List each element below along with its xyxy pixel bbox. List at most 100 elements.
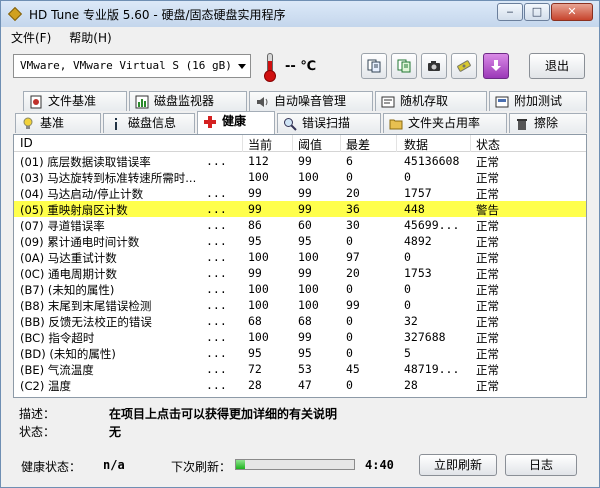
cell-worst: 0 — [346, 282, 353, 296]
cell-status: 正常 — [476, 331, 499, 345]
cell-data: 45136608 — [404, 154, 460, 168]
cell-threshold: 53 — [298, 362, 312, 376]
tab-benchmark[interactable]: 基准 — [15, 113, 101, 133]
table-row[interactable]: (0A) 马达重试计数... 100 100 97 0 正常 — [14, 249, 586, 265]
column-header-worst[interactable]: 最差 — [346, 136, 370, 153]
cell-current: 86 — [248, 218, 262, 232]
cell-threshold: 99 — [298, 266, 312, 280]
table-row[interactable]: (C2) 温度... 28 47 0 28 正常 — [14, 377, 586, 393]
table-row[interactable]: (BD) (未知的属性)... 95 95 0 5 正常 — [14, 345, 586, 361]
cell-dots: ... — [206, 298, 227, 312]
tab-erase[interactable]: 擦除 — [509, 113, 587, 133]
table-row[interactable]: (B7) (未知的属性)... 100 100 0 0 正常 — [14, 281, 586, 297]
cell-data: 0 — [404, 298, 411, 312]
file-benchmark-icon — [30, 95, 42, 109]
menu-help[interactable]: 帮助(H) — [59, 29, 119, 46]
title-bar[interactable]: HD Tune 专业版 5.60 - 硬盘/固态硬盘实用程序 ‒ □ ✕ — [1, 1, 599, 27]
table-row[interactable]: (09) 累计通电时间计数... 95 95 0 4892 正常 — [14, 233, 586, 249]
menu-file[interactable]: 文件(F) — [1, 29, 59, 46]
cell-current: 100 — [248, 250, 269, 264]
cell-id: (B7) (未知的属性) — [20, 283, 115, 297]
table-row[interactable]: (04) 马达启动/停止计数... 99 99 20 1757 正常 — [14, 185, 586, 201]
table-row[interactable]: (BB) 反馈无法校正的错误... 68 68 0 32 正常 — [14, 313, 586, 329]
bottom-bar: 健康状态： n/a 下次刷新： 4:40 立即刷新 日志 — [7, 451, 595, 479]
cell-status: 正常 — [476, 363, 499, 377]
close-button[interactable]: ✕ — [551, 3, 593, 21]
exit-button[interactable]: 退出 — [529, 53, 585, 79]
cell-dots: ... — [206, 234, 227, 248]
options-button[interactable] — [451, 53, 477, 79]
drive-select[interactable]: VMware, VMware Virtual S (16 gB) — [13, 54, 251, 78]
cell-worst: 20 — [346, 186, 360, 200]
cell-current: 112 — [248, 154, 269, 168]
column-header-threshold[interactable]: 阈值 — [298, 136, 322, 153]
table-row[interactable]: (BE) 气流温度... 72 53 45 48719... 正常 — [14, 361, 586, 377]
temperature-readout: -- ℃ — [285, 59, 317, 74]
minimize-button[interactable]: ‒ — [497, 3, 523, 21]
cell-dots: ... — [206, 154, 227, 168]
tab-label: 错误扫描 — [302, 116, 351, 130]
cell-data: 1757 — [404, 186, 432, 200]
cell-status: 正常 — [476, 155, 499, 169]
column-header-data[interactable]: 数据 — [404, 136, 428, 153]
tab-disk-monitor[interactable]: 磁盘监视器 — [129, 91, 247, 111]
chevron-down-icon — [238, 64, 246, 69]
cell-current: 95 — [248, 234, 262, 248]
tab-extra-tests[interactable]: 附加测试 — [489, 91, 587, 111]
cell-status: 正常 — [476, 235, 499, 249]
table-row[interactable]: (01) 底层数据读取错误率... 112 99 6 45136608 正常 — [14, 153, 586, 169]
cell-worst: 0 — [346, 346, 353, 360]
column-header-current[interactable]: 当前 — [248, 136, 272, 153]
thermometer-icon — [261, 52, 279, 82]
cell-id: (01) 底层数据读取错误率 — [20, 155, 151, 169]
cell-threshold: 68 — [298, 314, 312, 328]
tab-aam[interactable]: 自动噪音管理 — [249, 91, 373, 111]
cell-current: 100 — [248, 330, 269, 344]
column-header-status[interactable]: 状态 — [476, 136, 500, 153]
table-row[interactable]: (03) 马达旋转到标准转速所需时... 100 100 0 0 正常 — [14, 169, 586, 185]
table-row[interactable]: (07) 寻道错误率... 86 60 30 45699... 正常 — [14, 217, 586, 233]
cell-status: 正常 — [476, 187, 499, 201]
table-row[interactable]: (05) 重映射扇区计数... 99 99 36 448 警告 — [14, 201, 586, 217]
status-text: 无 — [109, 425, 122, 439]
tab-disk-info[interactable]: 磁盘信息 — [103, 113, 195, 133]
column-header-id[interactable]: ID — [20, 136, 33, 150]
log-button[interactable]: 日志 — [505, 454, 577, 476]
cell-dots: ... — [206, 202, 227, 216]
cell-current: 95 — [248, 346, 262, 360]
table-row[interactable]: (B8) 末尾到末尾错误检测... 100 100 99 0 正常 — [14, 297, 586, 313]
tab-file-benchmark[interactable]: 文件基准 — [23, 91, 127, 111]
bar-chart-icon — [135, 95, 149, 109]
copy-all-button[interactable] — [391, 53, 417, 79]
cell-dots: ... — [206, 346, 227, 360]
cell-dots: ... — [206, 314, 227, 328]
screenshot-button[interactable] — [421, 53, 447, 79]
tab-health[interactable]: 健康 — [197, 111, 275, 134]
health-status-value: n/a — [103, 458, 125, 472]
lightbulb-icon — [23, 117, 33, 129]
refresh-now-button[interactable]: 立即刷新 — [419, 454, 497, 476]
cell-worst: 0 — [346, 170, 353, 184]
table-row[interactable]: (BC) 指令超时... 100 99 0 327688 正常 — [14, 329, 586, 345]
cell-worst: 0 — [346, 234, 353, 248]
cell-current: 99 — [248, 266, 262, 280]
tab-random-access[interactable]: 随机存取 — [375, 91, 487, 111]
camera-icon — [428, 61, 440, 71]
cell-status: 正常 — [476, 347, 499, 361]
cell-status: 正常 — [476, 299, 499, 313]
cell-data: 45699... — [404, 218, 460, 232]
copy-text-button[interactable] — [361, 53, 387, 79]
toolbar: VMware, VMware Virtual S (16 gB) -- ℃ 退出 — [7, 49, 595, 87]
cell-dots: ... — [206, 362, 227, 376]
cell-status: 正常 — [476, 251, 499, 265]
cell-data: 1753 — [404, 266, 432, 280]
speaker-icon — [257, 97, 268, 107]
cell-status: 正常 — [476, 219, 499, 233]
maximize-button[interactable]: □ — [524, 3, 550, 21]
table-row[interactable]: (0C) 通电周期计数... 99 99 20 1753 正常 — [14, 265, 586, 281]
tab-folder-usage[interactable]: 文件夹占用率 — [383, 113, 507, 133]
cell-id: (BE) 气流温度 — [20, 363, 94, 377]
save-button[interactable] — [483, 53, 509, 79]
cell-data: 448 — [404, 202, 425, 216]
tab-error-scan[interactable]: 错误扫描 — [277, 113, 381, 133]
